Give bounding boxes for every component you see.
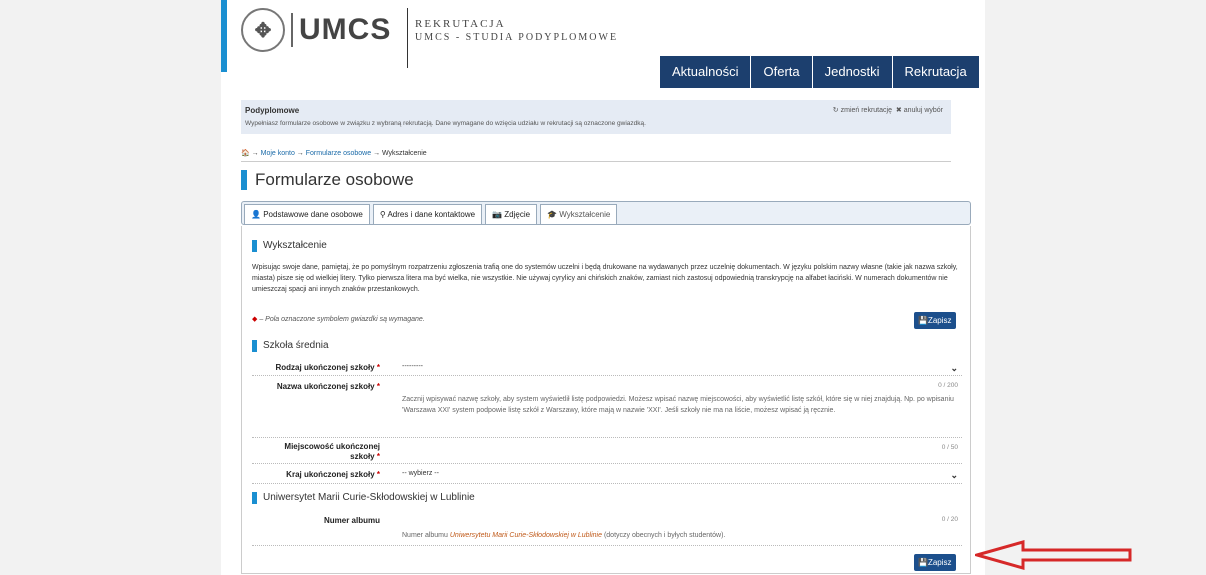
page-title: Formularze osobowe bbox=[241, 170, 414, 190]
required-note: ◆ – Pola oznaczone symbolem gwiazdki są … bbox=[252, 315, 425, 323]
school-type-select[interactable]: --------- ⌄ bbox=[402, 363, 962, 373]
country-row: Kraj ukończonej szkoły * -- wybierz -- ⌄ bbox=[252, 466, 962, 484]
notice-actions: ↻ zmień rekrutację ✖ anuluj wybór bbox=[833, 106, 943, 114]
album-row: Numer albumu 0 / 20 Numer albumu Uniwers… bbox=[252, 510, 962, 546]
tab-address[interactable]: ⚲ Adres i dane kontaktowe bbox=[372, 204, 483, 224]
album-help-pre: Numer albumu bbox=[402, 532, 448, 539]
education-panel: Wykształcenie Wpisując swoje dane, pamię… bbox=[241, 226, 971, 574]
site-title-line1: REKRUTACJA bbox=[415, 18, 506, 30]
map-marker-icon: ⚲ bbox=[379, 210, 386, 219]
main-nav: Aktualności Oferta Jednostki Rekrutacja bbox=[659, 56, 979, 88]
save-button-bottom[interactable]: 💾Zapisz bbox=[914, 554, 956, 571]
school-name-label: Nazwa ukończonej szkoły * bbox=[277, 382, 380, 391]
album-help-post: (dotyczy obecnych i byłych studentów). bbox=[603, 532, 726, 539]
cancel-selection-link[interactable]: anuluj wybór bbox=[904, 107, 943, 114]
album-label: Numer albumu bbox=[323, 516, 380, 525]
form-tabs: 👤 Podstawowe dane osobowe ⚲ Adres i dane… bbox=[241, 201, 971, 225]
tab-photo[interactable]: 📷 Zdjęcie bbox=[485, 204, 538, 224]
logo[interactable]: ✥ UMCS bbox=[241, 8, 391, 52]
university-emblem-icon: ✥ bbox=[241, 8, 285, 52]
recruitment-notice: Podyplomowe Wypełniasz formularze osobow… bbox=[241, 100, 951, 134]
floppy-icon: 💾 bbox=[918, 316, 928, 325]
label-text: szkoły bbox=[350, 452, 375, 461]
tab-label: Wykształcenie bbox=[559, 210, 611, 219]
nav-item-aktualnosci[interactable]: Aktualności bbox=[659, 56, 751, 88]
required-star: * bbox=[376, 452, 380, 461]
tab-basic-data[interactable]: 👤 Podstawowe dane osobowe bbox=[244, 204, 370, 224]
city-row: Miejscowość ukończonej szkoły * 0 / 50 bbox=[252, 440, 962, 464]
nav-item-oferta[interactable]: Oferta bbox=[750, 56, 812, 88]
required-star: * bbox=[376, 382, 380, 391]
char-counter: 0 / 200 bbox=[938, 382, 958, 389]
album-input[interactable]: 0 / 20 bbox=[402, 516, 962, 526]
site-title-line2: UMCS - STUDIA PODYPLOMOWE bbox=[415, 32, 619, 43]
school-name-help: Zacznij wpisywać nazwę szkoły, aby syste… bbox=[402, 396, 954, 414]
breadcrumb-personal-forms[interactable]: Formularze osobowe bbox=[306, 150, 371, 157]
tab-label: Adres i dane kontaktowe bbox=[387, 210, 476, 219]
section-title-high-school: Szkoła średnia bbox=[252, 340, 329, 352]
save-label: Zapisz bbox=[927, 558, 952, 567]
select-value: --------- bbox=[402, 363, 423, 370]
page: ✥ UMCS REKRUTACJA UMCS - STUDIA PODYPLOM… bbox=[221, 0, 985, 575]
header-separator bbox=[407, 8, 408, 68]
section-title-education: Wykształcenie bbox=[252, 240, 327, 252]
notice-text: Wypełniasz formularze osobowe w związku … bbox=[245, 120, 646, 127]
site-title: REKRUTACJA UMCS - STUDIA PODYPLOMOWE bbox=[415, 18, 618, 43]
tab-label: Podstawowe dane osobowe bbox=[263, 210, 363, 219]
label-text: Nazwa ukończonej szkoły bbox=[276, 382, 375, 391]
graduation-cap-icon: 🎓 bbox=[547, 210, 558, 219]
required-star: * bbox=[376, 363, 380, 372]
save-label: Zapisz bbox=[927, 316, 952, 325]
required-star: * bbox=[376, 470, 380, 479]
user-icon: 👤 bbox=[251, 210, 261, 219]
label-text: Rodzaj ukończonej szkoły bbox=[275, 363, 375, 372]
required-star-icon: ◆ bbox=[252, 316, 258, 323]
city-input[interactable]: 0 / 50 bbox=[402, 444, 962, 454]
country-label: Kraj ukończonej szkoły * bbox=[286, 470, 380, 479]
section-title-university: Uniwersytet Marii Curie-Skłodowskiej w L… bbox=[252, 492, 475, 504]
close-icon: ✖ bbox=[895, 107, 902, 114]
save-button-top[interactable]: 💾Zapisz bbox=[914, 312, 956, 329]
change-recruitment-link[interactable]: zmień rekrutację bbox=[841, 107, 892, 114]
camera-icon: 📷 bbox=[492, 210, 503, 219]
breadcrumb: 🏠 → Moje konto → Formularze osobowe → Wy… bbox=[241, 149, 951, 162]
select-value: -- wybierz -- bbox=[402, 470, 439, 477]
chevron-down-icon: ⌄ bbox=[950, 363, 958, 373]
brand-bar bbox=[221, 0, 227, 72]
school-name-row: Nazwa ukończonej szkoły * 0 / 200 Zaczni… bbox=[252, 378, 962, 438]
school-type-label: Rodzaj ukończonej szkoły * bbox=[276, 363, 381, 372]
nav-item-rekrutacja[interactable]: Rekrutacja bbox=[891, 56, 979, 88]
album-help: Numer albumu Uniwersytetu Marii Curie-Sk… bbox=[402, 530, 957, 541]
required-note-text: – Pola oznaczone symbolem gwiazdki są wy… bbox=[259, 316, 425, 323]
chevron-down-icon: ⌄ bbox=[950, 470, 958, 480]
label-text: Kraj ukończonej szkoły bbox=[286, 470, 375, 479]
home-icon[interactable]: 🏠 bbox=[241, 150, 250, 157]
breadcrumb-my-account[interactable]: Moje konto bbox=[261, 150, 295, 157]
tab-education[interactable]: 🎓 Wykształcenie bbox=[540, 204, 618, 224]
tab-label: Zdjęcie bbox=[504, 210, 531, 219]
char-counter: 0 / 50 bbox=[941, 444, 958, 451]
education-intro: Wpisując swoje dane, pamiętaj, że po pom… bbox=[252, 264, 958, 293]
country-select[interactable]: -- wybierz -- ⌄ bbox=[402, 470, 962, 480]
logo-text: UMCS bbox=[291, 13, 391, 47]
school-type-row: Rodzaj ukończonej szkoły * --------- ⌄ bbox=[252, 358, 962, 376]
album-help-link[interactable]: Uniwersytetu Marii Curie-Skłodowskiej w … bbox=[450, 532, 602, 539]
school-name-input[interactable]: 0 / 200 bbox=[402, 382, 962, 392]
floppy-icon: 💾 bbox=[918, 558, 928, 567]
label-text: Miejscowość ukończonej bbox=[284, 442, 380, 451]
breadcrumb-current: Wykształcenie bbox=[382, 150, 427, 157]
city-label: Miejscowość ukończonej szkoły * bbox=[284, 442, 380, 462]
red-arrow-icon bbox=[975, 540, 1132, 570]
char-counter: 0 / 20 bbox=[941, 516, 958, 523]
refresh-icon: ↻ bbox=[832, 107, 839, 114]
nav-item-jednostki[interactable]: Jednostki bbox=[811, 56, 892, 88]
